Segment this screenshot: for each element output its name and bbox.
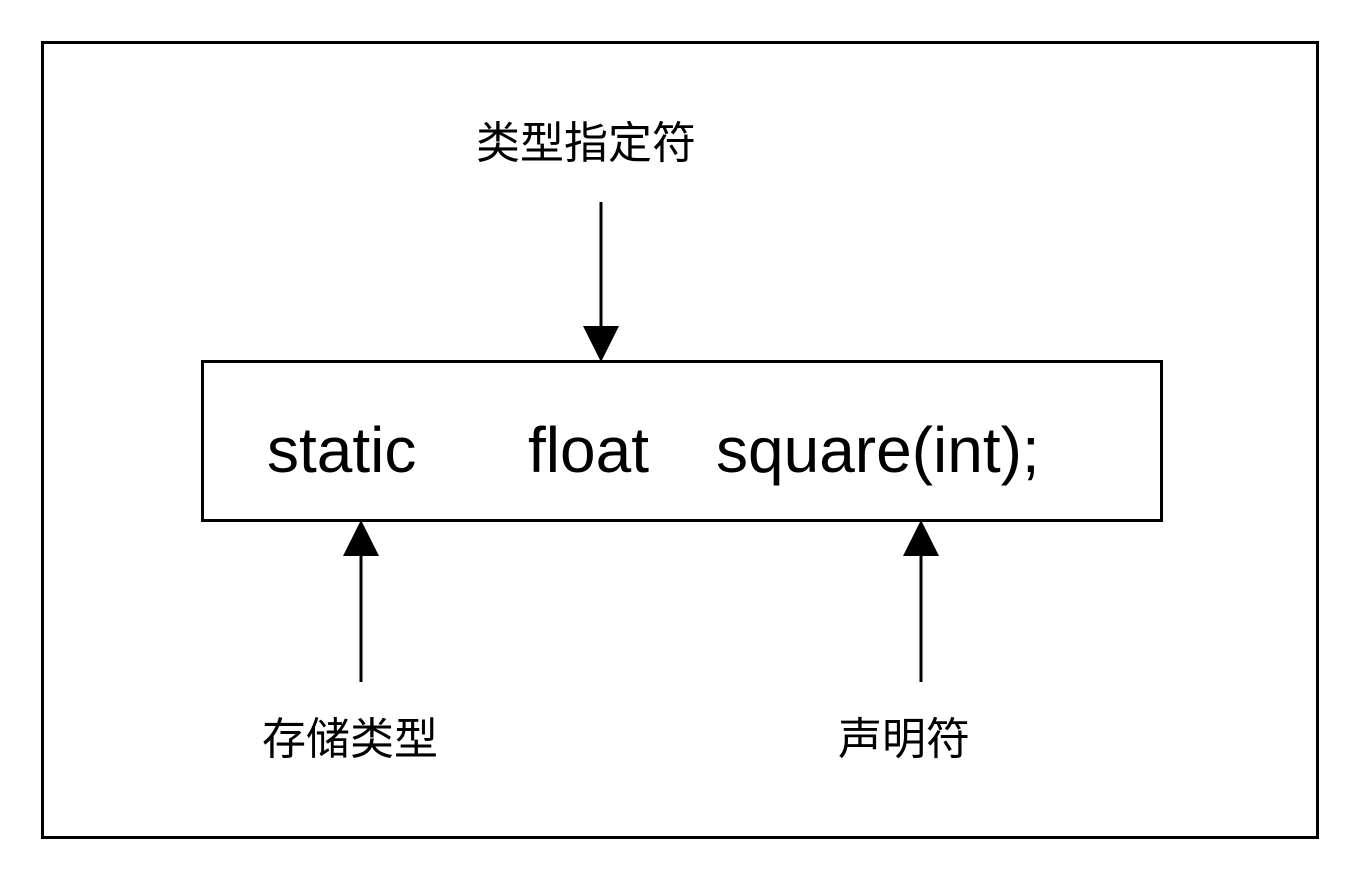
declarator-arrow [903, 520, 939, 682]
arrow-layer [343, 202, 939, 682]
type-specifier-arrow [583, 202, 619, 362]
storage-class-arrow [343, 520, 379, 682]
